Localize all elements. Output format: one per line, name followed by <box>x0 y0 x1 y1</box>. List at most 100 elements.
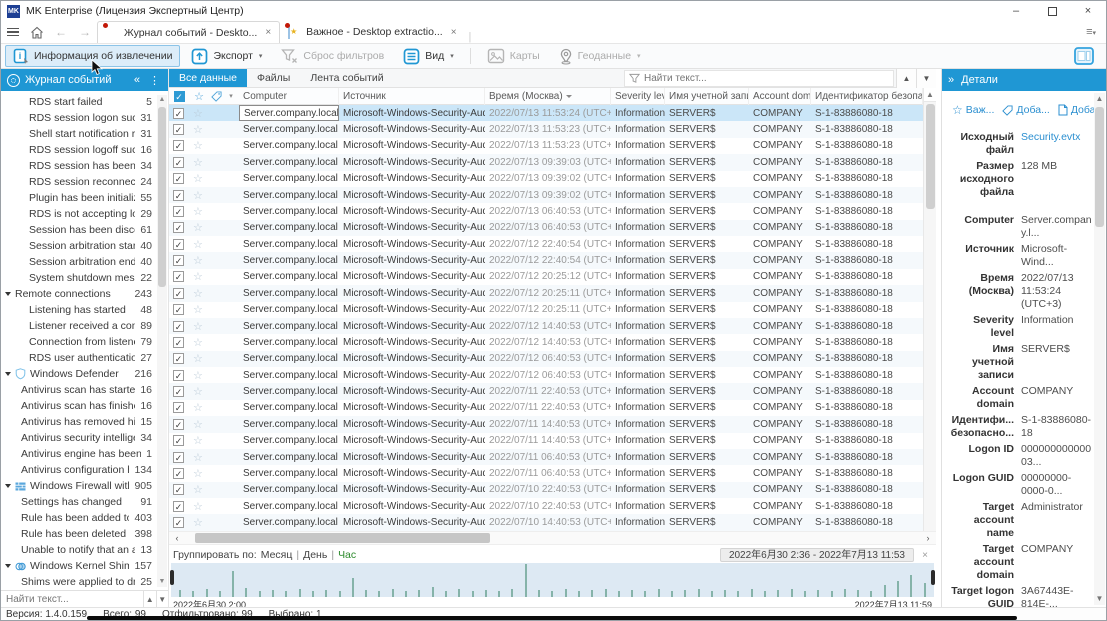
maps-button[interactable]: Карты <box>479 45 548 67</box>
sidebar-item-session-arbitration-ended[interactable]: Session arbitration ended40 <box>1 254 168 270</box>
scroll-down-icon[interactable]: ▼ <box>157 577 167 587</box>
sidebar-item-antivirus-configuration-has[interactable]: Antivirus configuration has ...134 <box>1 462 168 478</box>
sidebar-item-rule-has-been-added-to-the[interactable]: Rule has been added to the...403 <box>1 510 168 526</box>
star-icon[interactable]: ☆ <box>193 172 203 185</box>
column-header-account-domain[interactable]: Account domain <box>749 88 811 105</box>
row-checkbox[interactable]: ✓ <box>173 402 184 413</box>
table-row[interactable]: ✓☆Server.company.localMicrosoft-Windows-… <box>169 449 936 465</box>
column-header-время-москва[interactable]: Время (Москва) <box>485 88 611 105</box>
table-row[interactable]: ✓☆Server.company.localMicrosoft-Windows-… <box>169 433 936 449</box>
star-icon[interactable]: ☆ <box>193 401 203 414</box>
star-icon[interactable]: ☆ <box>193 139 203 152</box>
table-row[interactable]: ✓☆Server.company.localMicrosoft-Windows-… <box>169 269 936 285</box>
star-column-header[interactable]: ☆ <box>189 88 209 105</box>
star-icon[interactable]: ☆ <box>193 451 203 464</box>
scroll-up-icon[interactable]: ▲ <box>924 88 936 102</box>
main-menu-button[interactable] <box>1 21 25 43</box>
scroll-left-icon[interactable]: ‹ <box>169 533 185 543</box>
sidebar-item-session-has-been-disconnec[interactable]: Session has been disconnec...61 <box>1 222 168 238</box>
sidebar-item-shell-start-notification-recei[interactable]: Shell start notification recei...31 <box>1 126 168 142</box>
row-checkbox[interactable]: ✓ <box>173 124 184 135</box>
minimize-button[interactable]: – <box>998 1 1034 21</box>
star-icon[interactable]: ☆ <box>193 385 203 398</box>
sidebar-item-rds-session-reconnection-s[interactable]: RDS session reconnection s...24 <box>1 174 168 190</box>
view-tab-файлы[interactable]: Файлы <box>247 69 300 87</box>
details-scrollbar[interactable]: ▲ ▼ <box>1094 93 1105 605</box>
add-tag-button[interactable]: Доба... <box>1002 104 1049 116</box>
star-icon[interactable]: ☆ <box>193 189 203 202</box>
row-checkbox[interactable]: ✓ <box>173 190 184 201</box>
tab-event-log[interactable]: Журнал событий - Deskto... × <box>97 21 280 43</box>
star-icon[interactable]: ☆ <box>193 156 203 169</box>
sidebar-item-listening-has-started[interactable]: Listening has started48 <box>1 302 168 318</box>
table-horizontal-scrollbar[interactable]: ‹ › <box>169 531 936 545</box>
timeline-histogram[interactable] <box>171 563 934 597</box>
star-icon[interactable]: ☆ <box>193 205 203 218</box>
sidebar-item-system-shutdown-message[interactable]: System shutdown message ...22 <box>1 270 168 286</box>
forward-button[interactable]: → <box>73 21 97 43</box>
sidebar-item-rds-session-has-been-disco[interactable]: RDS session has been disco...34 <box>1 158 168 174</box>
row-checkbox[interactable]: ✓ <box>173 157 184 168</box>
table-row[interactable]: ✓☆Server.company.localMicrosoft-Windows-… <box>169 334 936 350</box>
row-checkbox[interactable]: ✓ <box>173 304 184 315</box>
scrollbar-thumb[interactable] <box>158 107 166 287</box>
table-row[interactable]: ✓☆Server.company.localMicrosoft-Windows-… <box>169 400 936 416</box>
sidebar-search-input[interactable] <box>1 591 143 607</box>
sidebar-item-listener-received-a-connection[interactable]: Listener received a connection89 <box>1 318 168 334</box>
star-icon[interactable]: ☆ <box>193 336 203 349</box>
star-icon[interactable]: ☆ <box>193 287 203 300</box>
hscroll-track[interactable] <box>185 532 920 544</box>
star-icon[interactable]: ☆ <box>193 320 203 333</box>
scrollbar-thumb[interactable] <box>195 533 490 543</box>
search-next-button[interactable]: ▼ <box>156 591 169 608</box>
collapse-sidebar-button[interactable]: « <box>132 74 142 86</box>
tab-important[interactable]: ★ Важное - Desktop extractio... × <box>280 21 464 43</box>
sidebar-item-antivirus-scan-has-finished[interactable]: Antivirus scan has finished16 <box>1 398 168 414</box>
view-tab-лента-событий[interactable]: Лента событий <box>300 69 393 87</box>
search-prev-button[interactable]: ▲ <box>143 591 156 608</box>
sidebar-group-windows-firewall-with-ad[interactable]: Windows Firewall with ad...905 <box>1 478 168 494</box>
table-row[interactable]: ✓☆Server.company.localMicrosoft-Windows-… <box>169 187 936 203</box>
table-row[interactable]: ✓☆Server.company.localMicrosoft-Windows-… <box>169 105 936 121</box>
group-by-день[interactable]: День <box>303 549 327 561</box>
star-icon[interactable]: ☆ <box>193 500 203 513</box>
chevron-expanded-icon[interactable] <box>5 564 11 568</box>
sidebar-item-rds-user-authentication-su[interactable]: RDS user authentication su...27 <box>1 350 168 366</box>
tag-column-header[interactable] <box>209 88 223 105</box>
row-checkbox[interactable]: ✓ <box>173 370 184 381</box>
table-row[interactable]: ✓☆Server.company.localMicrosoft-Windows-… <box>169 138 936 154</box>
column-header-идентификатор-безопасно[interactable]: Идентификатор безопасно <box>811 88 923 105</box>
table-search-input[interactable] <box>644 73 889 84</box>
scroll-up-icon[interactable]: ▲ <box>1094 93 1105 105</box>
row-checkbox[interactable]: ✓ <box>173 321 184 332</box>
back-button[interactable]: ← <box>49 21 73 43</box>
star-icon[interactable]: ☆ <box>193 238 203 251</box>
maximize-button[interactable] <box>1034 1 1070 21</box>
table-row[interactable]: ✓☆Server.company.localMicrosoft-Windows-… <box>169 252 936 268</box>
row-checkbox[interactable]: ✓ <box>173 239 184 250</box>
scroll-down-icon[interactable]: ▼ <box>1094 593 1105 605</box>
table-row[interactable]: ✓☆Server.company.localMicrosoft-Windows-… <box>169 154 936 170</box>
group-by-месяц[interactable]: Месяц <box>261 549 293 561</box>
sidebar-item-antivirus-has-removed-histor[interactable]: Antivirus has removed histor...15 <box>1 414 168 430</box>
star-icon[interactable]: ☆ <box>193 221 203 234</box>
row-checkbox[interactable]: ✓ <box>173 288 184 299</box>
star-icon[interactable]: ☆ <box>193 254 203 267</box>
sidebar-group-windows-defender[interactable]: Windows Defender216 <box>1 366 168 382</box>
group-by-час[interactable]: Час <box>338 549 356 561</box>
row-checkbox[interactable]: ✓ <box>173 501 184 512</box>
table-row[interactable]: ✓☆Server.company.localMicrosoft-Windows-… <box>169 482 936 498</box>
star-icon[interactable]: ☆ <box>193 483 203 496</box>
table-row[interactable]: ✓☆Server.company.localMicrosoft-Windows-… <box>169 383 936 399</box>
row-checkbox[interactable]: ✓ <box>173 419 184 430</box>
scrollbar-thumb[interactable] <box>926 104 935 209</box>
table-row[interactable]: ✓☆Server.company.localMicrosoft-Windows-… <box>169 318 936 334</box>
row-checkbox[interactable]: ✓ <box>173 222 184 233</box>
column-options-button[interactable]: ▾ <box>223 88 239 105</box>
export-button[interactable]: Экспорт ▾ <box>183 45 270 67</box>
table-row[interactable]: ✓☆Server.company.localMicrosoft-Windows-… <box>169 367 936 383</box>
row-checkbox[interactable]: ✓ <box>173 108 184 119</box>
table-row[interactable]: ✓☆Server.company.localMicrosoft-Windows-… <box>169 465 936 481</box>
sidebar-item-unable-to-notify-that-an-appli[interactable]: Unable to notify that an appli...13 <box>1 542 168 558</box>
sidebar-item-rule-has-been-deleted-from[interactable]: Rule has been deleted from...398 <box>1 526 168 542</box>
